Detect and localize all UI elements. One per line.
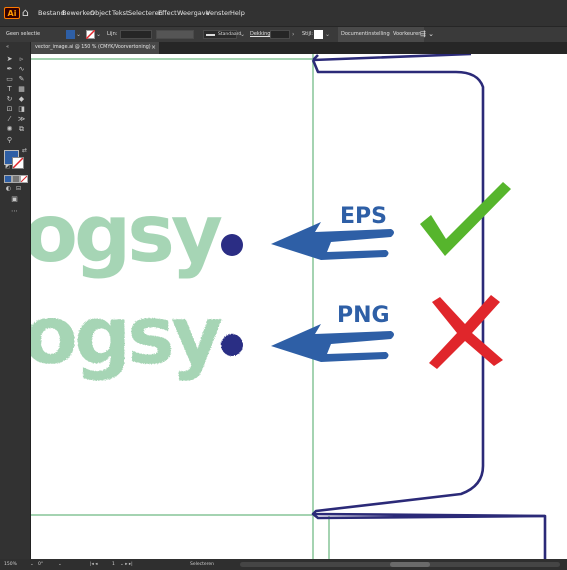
document-tab[interactable]: vector_image.ai @ 150 % (CMYK/Voorverton… [31, 42, 159, 54]
close-icon[interactable]: × [151, 42, 156, 54]
blend-tool-icon[interactable]: ≫ [17, 115, 26, 124]
stroke-color-icon[interactable] [12, 157, 24, 169]
menu-weergave[interactable]: Weergave [177, 0, 210, 26]
png-arrow-icon [271, 324, 394, 362]
arrange-documents-icon[interactable]: ⇶ ⌄ [420, 27, 434, 42]
document-tab-bar: vector_image.ai @ 150 % (CMYK/Voorverton… [31, 42, 567, 54]
artboard-canvas[interactable]: ogsy ogsy EPS PNG [31, 54, 567, 559]
vector-logo-dot [221, 234, 243, 256]
type-tool-icon[interactable]: T [5, 85, 14, 94]
rotation-angle[interactable]: 0° [38, 559, 43, 570]
menu-bestand[interactable]: Bestand [38, 0, 65, 26]
checkmark-icon [420, 182, 511, 256]
raster-logo-dot [221, 334, 243, 356]
brush-stroke-preview [206, 34, 215, 36]
fill-swatch[interactable] [66, 30, 75, 39]
selection-tool-icon[interactable]: ➤ [5, 55, 14, 64]
opacity-field[interactable]: 100% [270, 30, 290, 48]
zoom-dropdown-icon[interactable]: ⌄ [30, 559, 34, 570]
selection-status: Geen selectie [6, 31, 41, 37]
raster-logo-text: ogsy [31, 289, 222, 382]
style-dropdown-icon[interactable]: ⌄ [325, 29, 330, 40]
home-icon[interactable]: ⌂ [22, 7, 29, 19]
menu-tekst[interactable]: Tekst [112, 0, 129, 26]
document-tab-title: vector_image.ai @ 150 % (CMYK/Voorverton… [35, 45, 151, 50]
stroke-label: Lijn: [107, 31, 118, 37]
menu-effect[interactable]: Effect [158, 0, 177, 26]
control-bar: Geen selectie ⌄ ⌄ Lijn: Standaard ⌄ Dekk… [0, 26, 567, 48]
status-bar: 150% ⌄ 0° ⌄ |◂ ◂ 1 ⌄ ▸ ▸| Selecteren [0, 559, 567, 570]
direct-selection-tool-icon[interactable]: ▹ [17, 55, 26, 64]
rotation-dropdown-icon[interactable]: ⌄ [58, 559, 62, 570]
png-label: PNG [337, 303, 390, 328]
eps-label: EPS [340, 204, 387, 229]
no-stroke-icon [86, 30, 95, 39]
app-logo: Ai [4, 7, 20, 19]
variable-width-profile[interactable] [156, 30, 194, 39]
edit-toolbar-icon[interactable]: ⋯ [10, 207, 19, 216]
default-colors-icon[interactable]: ◩ [3, 163, 12, 172]
artwork[interactable]: ogsy ogsy EPS PNG [31, 54, 567, 559]
brush-definition[interactable]: Standaard [203, 30, 241, 39]
curvature-tool-icon[interactable]: ∿ [17, 65, 26, 74]
collapse-panel-icon[interactable]: « [3, 43, 12, 52]
style-label: Stijl: [302, 31, 313, 37]
draw-mode-icon[interactable]: ◐ [4, 184, 13, 193]
menu-help[interactable]: Help [230, 0, 245, 26]
free-transform-tool-icon[interactable]: ⊡ [5, 105, 14, 114]
none-mode-slash-icon [21, 176, 27, 182]
fill-dropdown-icon[interactable]: ⌄ [76, 29, 81, 40]
stroke-weight-field[interactable] [120, 30, 152, 39]
first-artboard-icon[interactable]: |◂ ◂ [90, 559, 97, 570]
cross-icon [429, 295, 503, 369]
menu-object[interactable]: Object [90, 0, 111, 26]
pencil-tool-icon[interactable]: ✎ [17, 75, 26, 84]
shape-builder-tool-icon[interactable]: ◨ [17, 105, 26, 114]
artboard-number[interactable]: 1 [112, 559, 115, 570]
eraser-tool-icon[interactable]: ◆ [17, 95, 26, 104]
brush-name: Standaard [218, 32, 242, 37]
color-mode-icon[interactable] [4, 175, 12, 183]
horizontal-scrollbar[interactable] [240, 562, 560, 567]
rectangle-tool-icon[interactable]: ▭ [5, 75, 14, 84]
menu-venster[interactable]: Venster [206, 0, 231, 26]
brush-dropdown-icon[interactable]: ⌄ [240, 29, 245, 40]
symbol-sprayer-tool-icon[interactable]: ✺ [5, 125, 14, 134]
artboard-tool-icon[interactable]: ⧉ [17, 125, 26, 134]
stroke-dropdown-icon[interactable]: ⌄ [96, 29, 101, 40]
zoom-level[interactable]: 150% [4, 559, 17, 570]
screen-mode-icon[interactable]: ▣ [10, 195, 19, 204]
swap-fill-stroke-icon[interactable]: ⇄ [20, 146, 29, 155]
status-mode: Selecteren [190, 562, 215, 567]
eyedropper-tool-icon[interactable]: ⁄ [5, 115, 14, 124]
vector-logo-text: ogsy [31, 187, 222, 280]
gradient-mode-icon[interactable] [12, 175, 20, 183]
rotate-tool-icon[interactable]: ↻ [5, 95, 14, 104]
zoom-tool-icon[interactable]: ⚲ [5, 136, 14, 145]
drawing-modes-icon[interactable]: ⊟ [14, 184, 23, 193]
tools-panel: « ➤ ▹ ✒ ∿ ▭ ✎ T ▦ ↻ ◆ ⊡ ◨ ⁄ ≫ ✺ ⧉ ⚲ ⇄ ◩ … [0, 42, 31, 559]
graphic-style-swatch[interactable] [314, 30, 323, 39]
pen-tool-icon[interactable]: ✒ [5, 65, 14, 74]
raster-logo: ogsy [31, 289, 243, 382]
stroke-swatch[interactable] [86, 30, 95, 39]
graph-tool-icon[interactable]: ▦ [17, 85, 26, 94]
opacity-label[interactable]: Dekking: [250, 27, 272, 42]
next-artboard-icon[interactable]: ⌄ ▸ ▸| [120, 559, 133, 570]
none-mode-icon[interactable] [20, 175, 28, 183]
none-slash-icon [13, 158, 23, 168]
scrollbar-thumb[interactable] [390, 562, 430, 567]
opacity-arrow-icon[interactable]: › [292, 29, 294, 40]
menu-bar: Ai ⌂ Bestand Bewerken Object Tekst Selectere… [0, 0, 567, 26]
